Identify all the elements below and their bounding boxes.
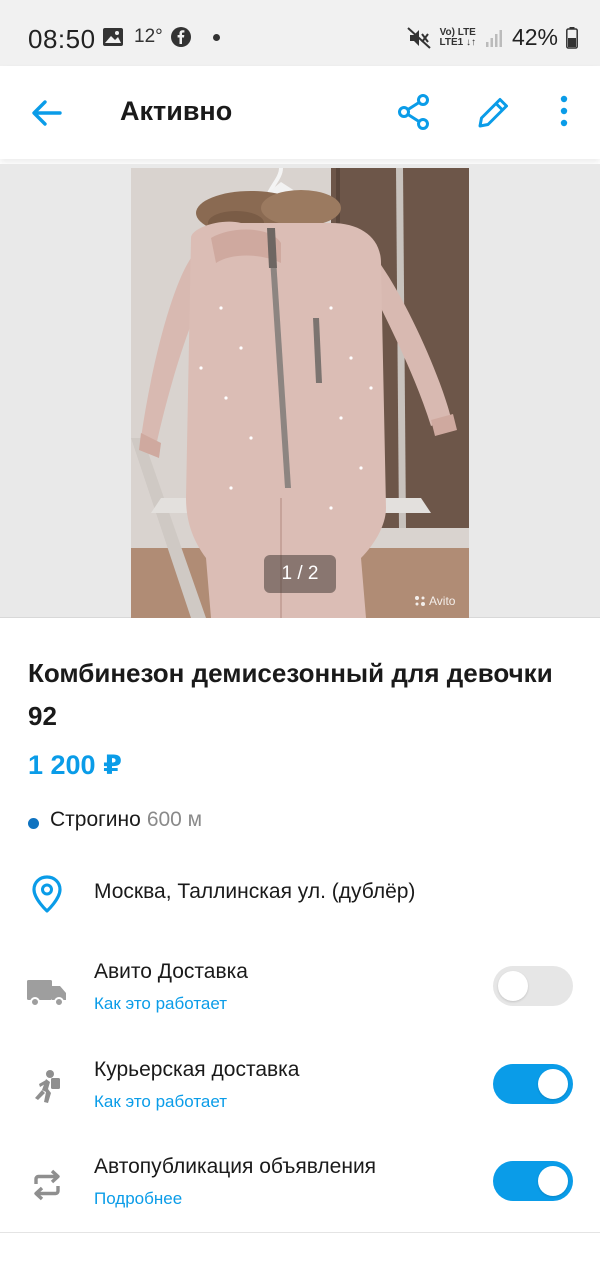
location-pin-icon: [32, 875, 62, 913]
arrow-left-icon: [32, 100, 62, 126]
option-label: Автопубликация объявления: [94, 1155, 377, 1178]
option-autopublish: Автопубликация объявления Подробнее: [0, 1155, 600, 1235]
more-info-link[interactable]: Подробнее: [94, 1189, 182, 1209]
share-icon: [398, 94, 429, 130]
signal-icon: [485, 29, 502, 47]
edit-button[interactable]: [474, 92, 514, 132]
more-vertical-icon: [560, 95, 568, 127]
status-left-icons: 12°: [102, 26, 220, 48]
avito-delivery-toggle[interactable]: [493, 966, 573, 1006]
avito-logo-icon: [415, 596, 425, 606]
toggle-knob: [538, 1069, 568, 1099]
option-label: Курьерская доставка: [94, 1058, 300, 1081]
metro-station-name: Строгино: [50, 808, 141, 831]
toggle-knob: [498, 971, 528, 1001]
watermark: Avito: [414, 594, 455, 608]
toggle-knob: [538, 1166, 568, 1196]
image-icon: [103, 28, 123, 46]
address-row[interactable]: Москва, Таллинская ул. (дублёр): [0, 866, 600, 924]
listing-photo[interactable]: [131, 168, 469, 618]
metro-station-row: Строгино 600 м: [28, 808, 202, 832]
status-temperature: 12°: [134, 26, 163, 47]
back-button[interactable]: [24, 90, 70, 136]
truck-icon: [27, 980, 66, 1007]
option-avito-delivery: Авито Доставка Как это работает: [0, 960, 600, 1040]
status-time: 08:50: [28, 24, 96, 54]
option-courier-delivery: Курьерская доставка Как это работает: [0, 1058, 600, 1138]
ad-price: 1 200 ₽: [28, 750, 122, 780]
network-indicator: Vo) LTE LTE1 ↓↑: [439, 26, 476, 48]
facebook-icon: [170, 27, 191, 47]
battery-percent: 42%: [511, 24, 558, 50]
bottom-divider: [0, 1232, 600, 1233]
photo-gallery[interactable]: 1 / 2 Avito: [0, 164, 600, 618]
notification-dot: [212, 33, 220, 41]
photo-counter: 1 / 2: [264, 555, 336, 593]
metro-distance: 600 м: [146, 808, 203, 831]
option-label: Авито Доставка: [94, 960, 248, 983]
mute-icon: [407, 26, 432, 49]
metro-line-dot: [28, 817, 39, 829]
address-text: Москва, Таллинская ул. (дублёр): [94, 880, 416, 903]
page-title: Активно: [120, 96, 233, 126]
how-it-works-link[interactable]: Как это работает: [94, 1092, 227, 1112]
jumpsuit-photo: [131, 168, 469, 618]
status-bar: 08:50 12° Vo) LTE LTE1 ↓↑ 42%: [0, 0, 600, 66]
repeat-icon: [34, 1169, 60, 1201]
more-options-button[interactable]: [546, 92, 582, 132]
edit-icon: [478, 98, 508, 128]
ad-title: Комбинезон демисезонный для девочки 92: [28, 658, 553, 731]
app-toolbar: Активно: [0, 66, 600, 159]
share-button[interactable]: [394, 92, 434, 132]
battery-icon: [566, 26, 578, 49]
status-right-icons: Vo) LTE LTE1 ↓↑ 42%: [407, 24, 578, 51]
how-it-works-link[interactable]: Как это работает: [94, 994, 227, 1014]
autopublish-toggle[interactable]: [493, 1161, 573, 1201]
courier-delivery-toggle[interactable]: [493, 1064, 573, 1104]
courier-icon: [35, 1070, 60, 1103]
